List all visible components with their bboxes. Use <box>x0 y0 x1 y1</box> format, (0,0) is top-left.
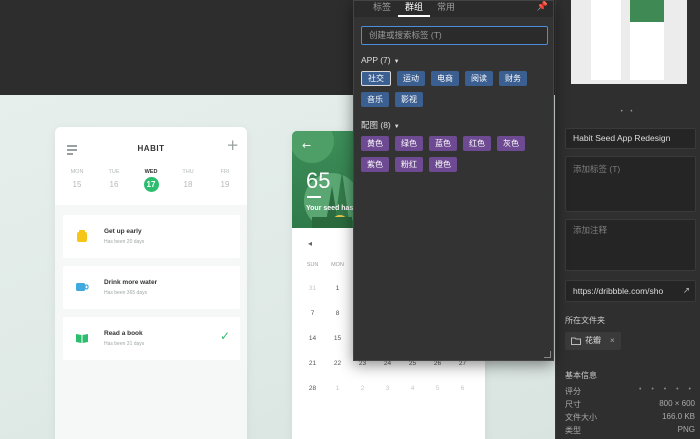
habit-card-title: Read a book <box>104 330 143 337</box>
tag-chip[interactable]: 财务 <box>499 71 527 86</box>
calendar-day[interactable]: 14 <box>300 326 325 351</box>
habit-card-subtitle: Has been 365 days <box>104 290 148 296</box>
folder-name: 花瓣 <box>585 336 601 345</box>
seed-caption: Your seed has <box>306 205 354 212</box>
calendar-day[interactable]: 15 <box>325 326 350 351</box>
calendar-day[interactable]: 31 <box>300 276 325 301</box>
resize-handle[interactable] <box>544 351 551 358</box>
caret-down-icon: ▼ <box>393 59 400 65</box>
folder-label: 所在文件夹 <box>565 316 605 325</box>
tag-list-app: 社交 运动 电商 阅读 财务 音乐 影视 <box>361 71 541 107</box>
info-row-size: 尺寸 800 × 600 <box>565 399 695 409</box>
rating-stars[interactable]: • • • • • <box>639 386 695 397</box>
external-link-icon[interactable]: ↗ <box>683 281 690 301</box>
calendar-day[interactable]: 2 <box>350 376 375 401</box>
tag-chip[interactable]: 社交 <box>361 71 391 86</box>
tag-chip[interactable]: 粉红 <box>395 157 423 172</box>
info-row-type: 类型 PNG <box>565 425 695 435</box>
habit-app-mockup: HABIT + MON 15 TUE 16 WED 17 THU 18 FRI 19 Ge… <box>55 127 247 439</box>
habit-title: HABIT <box>137 144 165 153</box>
calendar-day[interactable]: 5 <box>425 376 450 401</box>
folder-chip[interactable]: 花瓣 × <box>565 332 621 350</box>
day-item: FRI 19 <box>220 169 230 189</box>
weekday-label: MON <box>331 262 344 268</box>
tag-chip[interactable]: 黄色 <box>361 136 389 151</box>
tag-chip[interactable]: 灰色 <box>497 136 525 151</box>
tab-tags[interactable]: 标签 <box>366 1 398 17</box>
caret-down-icon: ▼ <box>393 124 400 130</box>
tag-chip[interactable]: 紫色 <box>361 157 389 172</box>
info-row-filesize: 文件大小 166.0 KB <box>565 412 695 422</box>
habit-card-subtitle: Has been 20 days <box>104 239 145 245</box>
tag-chip[interactable]: 绿色 <box>395 136 423 151</box>
tag-chip[interactable]: 阅读 <box>465 71 493 86</box>
info-label: 基本信息 <box>565 371 597 380</box>
calendar-day[interactable]: 3 <box>375 376 400 401</box>
calendar-day[interactable]: 1 <box>325 276 350 301</box>
calendar-day[interactable]: 4 <box>400 376 425 401</box>
tab-groups[interactable]: 群组 <box>398 1 431 17</box>
pager-dots[interactable]: • • <box>556 109 700 115</box>
alarm-icon <box>77 230 87 242</box>
calendar-day[interactable]: 8 <box>325 301 350 326</box>
group-header-app[interactable]: APP (7) ▼ <box>361 55 400 65</box>
check-icon: ✓ <box>219 329 230 343</box>
tag-search-input[interactable]: 创建或搜索标签 (T) <box>361 26 548 45</box>
close-icon[interactable]: × <box>610 332 615 350</box>
url-text: https://dribbble.com/sho <box>573 286 664 296</box>
calendar-day[interactable]: 6 <box>450 376 475 401</box>
seed-count: 65 <box>306 168 331 193</box>
inspector-panel: • • Habit Seed App Redesign 添加标签 (T) 添加注… <box>555 0 700 439</box>
weekday-label: SUN <box>306 262 319 268</box>
popup-tabs: 标签 群组 常用 <box>354 1 553 17</box>
calendar-day[interactable]: 7 <box>300 301 325 326</box>
url-field[interactable]: https://dribbble.com/sho ↗ <box>565 280 696 302</box>
habit-card-title: Drink more water <box>104 279 158 286</box>
habit-card-title: Get up early <box>104 228 142 235</box>
notes-field[interactable]: 添加注释 <box>565 219 696 271</box>
tag-chip[interactable]: 音乐 <box>361 92 389 107</box>
pin-icon[interactable]: 📌 <box>537 2 548 12</box>
tag-chip[interactable]: 影视 <box>395 92 423 107</box>
preview-thumbnail[interactable] <box>571 0 687 84</box>
calendar-day[interactable]: 1 <box>325 376 350 401</box>
day-item: TUE 16 <box>108 169 120 189</box>
tag-list-images: 黄色 绿色 蓝色 红色 灰色 紫色 粉红 橙色 <box>361 136 541 172</box>
habit-card: Drink more water Has been 365 days <box>63 266 240 309</box>
tag-picker-popup: 标签 群组 常用 📌 创建或搜索标签 (T) APP (7) ▼ 社交 运动 电商… <box>353 0 554 361</box>
week-strip: MON 15 TUE 16 WED 17 THU 18 FRI 19 <box>55 169 247 192</box>
tag-chip[interactable]: 运动 <box>397 71 425 86</box>
tag-chip[interactable]: 蓝色 <box>429 136 457 151</box>
tags-field[interactable]: 添加标签 (T) <box>565 156 696 212</box>
calendar-day[interactable]: 28 <box>300 376 325 401</box>
folder-icon <box>571 337 581 345</box>
tab-frequent[interactable]: 常用 <box>430 1 462 17</box>
day-item: THU 18 <box>182 169 194 189</box>
chevron-left-icon: ◂ <box>308 239 313 248</box>
habit-card-subtitle: Has been 31 days <box>104 341 145 347</box>
calendar-day[interactable]: 21 <box>300 351 325 376</box>
plus-icon: + <box>226 136 239 154</box>
group-header-images[interactable]: 配图 (8) ▼ <box>361 119 400 131</box>
day-item: MON 15 <box>70 169 84 189</box>
tag-chip[interactable]: 橙色 <box>429 157 457 172</box>
cup-icon <box>76 283 89 291</box>
back-arrow-icon: ← <box>302 139 312 152</box>
habit-card: Read a book Has been 31 days ✓ <box>63 317 240 360</box>
calendar-day[interactable]: 22 <box>325 351 350 376</box>
book-icon <box>76 334 88 343</box>
divider <box>307 196 321 198</box>
name-field[interactable]: Habit Seed App Redesign <box>565 128 696 149</box>
day-item-active: WED 17 <box>141 169 161 192</box>
tag-chip[interactable]: 红色 <box>463 136 491 151</box>
info-row-rating: 评分 • • • • • <box>565 386 695 397</box>
tag-chip[interactable]: 电商 <box>431 71 459 86</box>
habit-card: Get up early Has been 20 days <box>63 215 240 258</box>
